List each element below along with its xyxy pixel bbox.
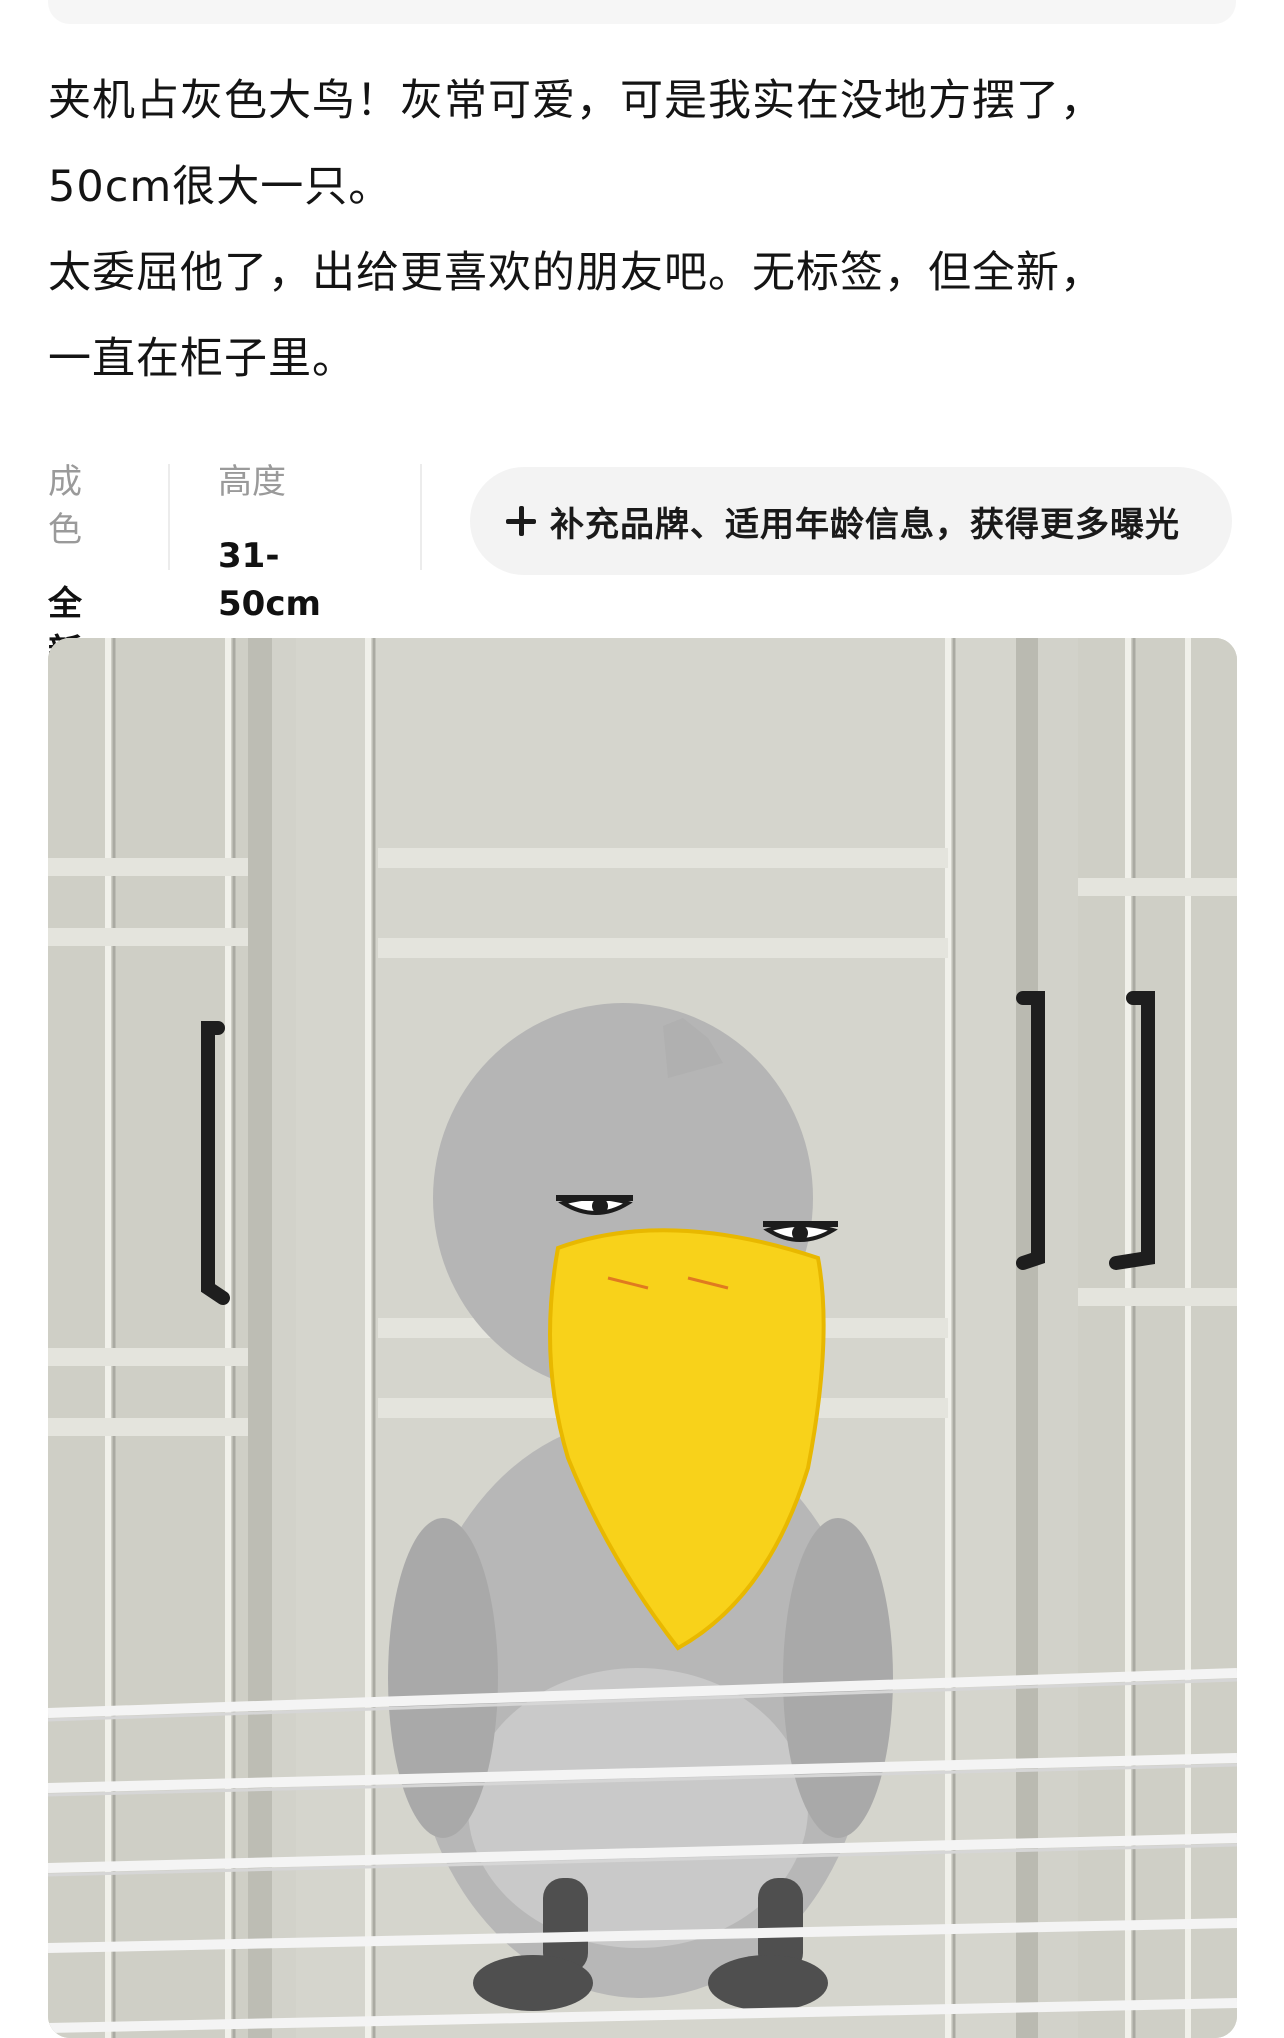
attribute-height: 高度 31-50cm xyxy=(218,458,321,624)
attribute-divider xyxy=(420,464,422,570)
attribute-condition: 成色 全新 xyxy=(48,458,82,672)
description-line: 一直在柜子里。 xyxy=(48,334,356,384)
plus-icon xyxy=(506,506,536,536)
description-line: 夹机占灰色大鸟！灰常可爱，可是我实在没地方摆了， xyxy=(48,76,1104,126)
description-line: 50cm很大一只。 xyxy=(48,162,393,212)
attribute-value: 31-50cm xyxy=(218,536,321,624)
item-description: 夹机占灰色大鸟！灰常可爱，可是我实在没地方摆了， 50cm很大一只。 太委屈他了… xyxy=(48,58,1238,402)
description-line: 太委屈他了，出给更喜欢的朋友吧。无标签，但全新， xyxy=(48,248,1104,298)
add-brand-info-button[interactable]: 补充品牌、适用年龄信息，获得更多曝光 xyxy=(470,467,1232,575)
add-brand-info-label: 补充品牌、适用年龄信息，获得更多曝光 xyxy=(550,504,1180,545)
attribute-label: 高度 xyxy=(218,462,286,502)
attribute-divider xyxy=(168,464,170,570)
previous-card xyxy=(48,0,1236,24)
product-photo[interactable] xyxy=(48,638,1237,2038)
attribute-label: 成色 xyxy=(48,462,82,550)
